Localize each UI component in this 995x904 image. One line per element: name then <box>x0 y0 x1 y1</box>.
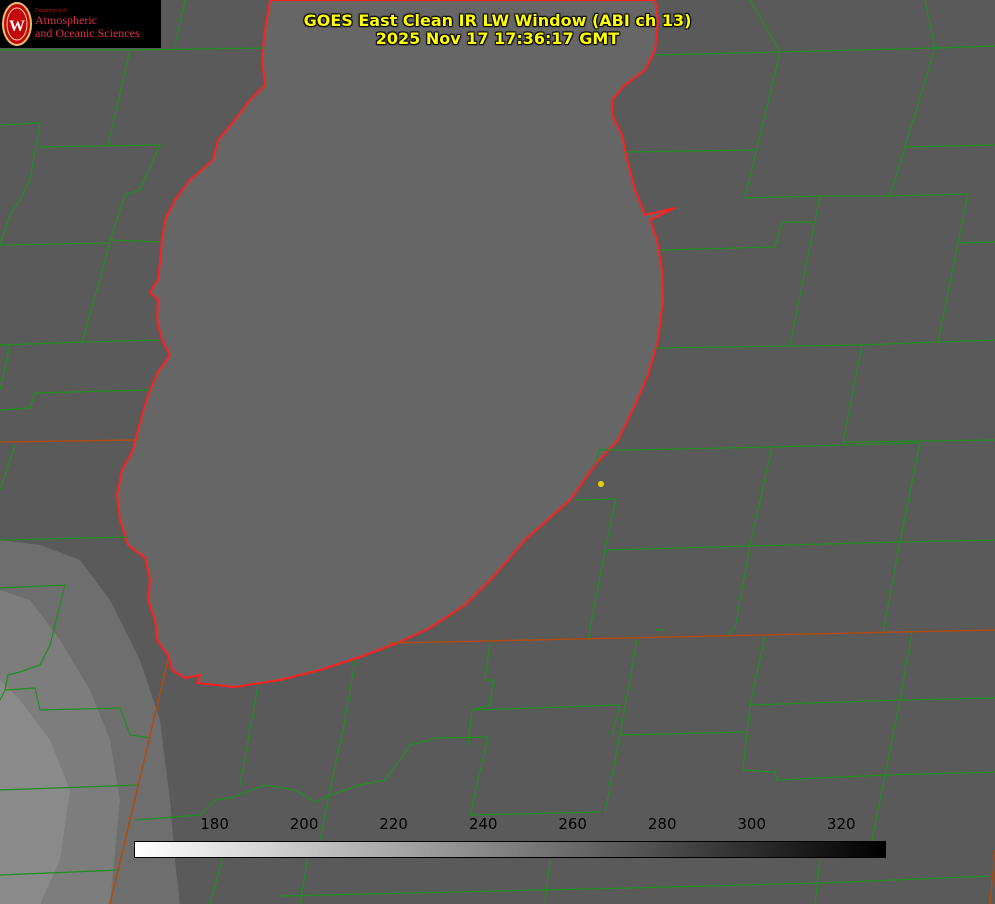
image-timestamp: 2025 Nov 17 17:36:17 GMT <box>375 29 620 48</box>
svg-text:W: W <box>9 18 25 35</box>
colorbar-tick-label: 300 <box>737 815 767 833</box>
uw-seal-icon: W <box>2 2 32 46</box>
station-marker <box>598 481 604 487</box>
satellite-image-viewer: W Department of Atmospheric and Oceanic … <box>0 0 995 904</box>
colorbar-tick-label: 280 <box>647 815 677 833</box>
colorbar-tick-label: 200 <box>289 815 319 833</box>
image-title: GOES East Clean IR LW Window (ABI ch 13) <box>303 11 692 30</box>
ir-satellite-map <box>0 0 995 904</box>
colorbar-tick-label: 220 <box>379 815 408 833</box>
aos-logo: W Department of Atmospheric and Oceanic … <box>0 0 161 48</box>
colorbar-tick-label: 260 <box>558 815 587 833</box>
colorbar-tick-label: 240 <box>468 815 498 833</box>
temperature-colorbar <box>134 841 886 858</box>
colorbar-tick-label: 320 <box>826 815 856 833</box>
logo-line-oceanic: and Oceanic Sciences <box>35 26 140 40</box>
colorbar-tick-label: 180 <box>200 815 229 833</box>
